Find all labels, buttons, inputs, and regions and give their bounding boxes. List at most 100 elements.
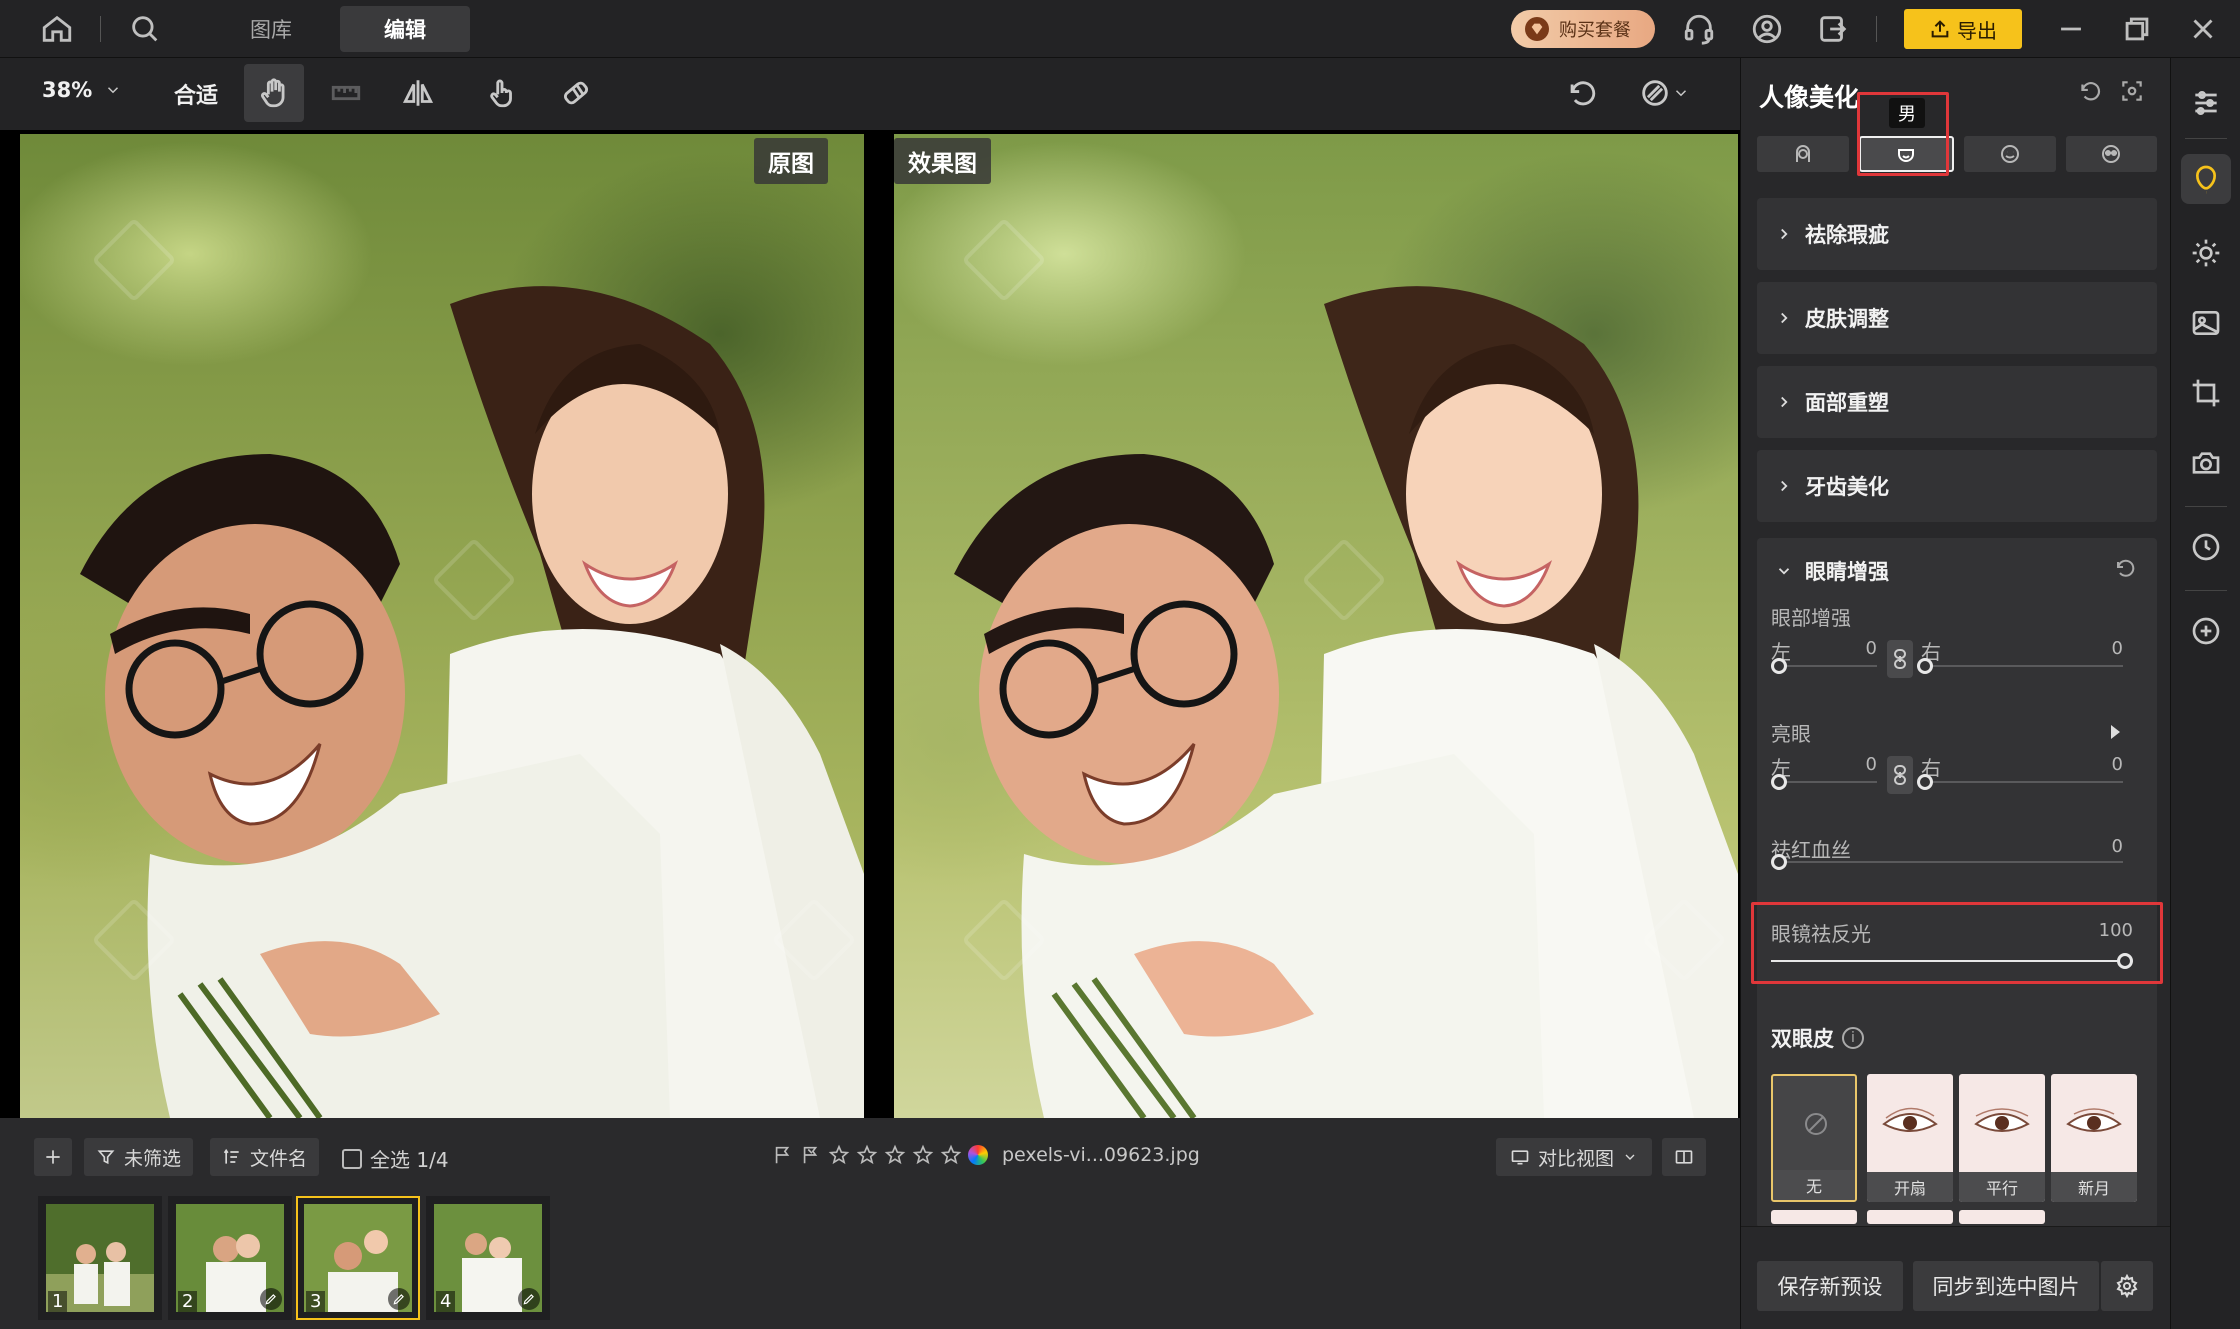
add-button[interactable] [34,1138,72,1176]
smile-face-icon [2000,145,2019,163]
thumbnail[interactable]: 4 [426,1196,550,1320]
camera-icon[interactable] [2181,438,2231,488]
save-preset-button[interactable]: 保存新预设 [1757,1261,1903,1311]
glasses-reflection-slider[interactable] [1771,953,2133,969]
touch-tool[interactable] [472,64,532,122]
flip-tool[interactable] [388,64,448,122]
bright-eye-left-slider[interactable] [1771,774,1877,790]
eye-enhance-right-slider[interactable] [1917,658,2123,674]
star-icon[interactable] [940,1144,962,1166]
color-label-icon[interactable] [968,1145,988,1165]
add-circle-icon[interactable] [2181,606,2231,656]
logout-icon[interactable] [1812,8,1854,50]
section-skin[interactable]: 皮肤调整 [1757,282,2157,354]
sync-selected-button[interactable]: 同步到选中图片 [1913,1261,2099,1311]
export-button[interactable]: 导出 [1904,9,2022,49]
tab-library[interactable]: 图库 [206,6,336,52]
redness-slider[interactable] [1771,854,2123,870]
woman-face-icon [1795,145,1810,162]
user-icon[interactable] [1746,8,1788,50]
mask-dropdown[interactable] [1624,64,1704,122]
sort-label: 文件名 [250,1147,308,1170]
face-tab-4[interactable] [2065,136,2157,172]
zoom-dropdown[interactable]: 38% [42,78,122,102]
eye-enhance-left-slider[interactable] [1771,658,1877,674]
chevron-right-icon [1781,228,1788,240]
hand-tool[interactable] [244,64,304,122]
select-all-checkbox[interactable]: 全选 1/4 [342,1144,449,1173]
tool-rail [2170,58,2240,1329]
reset-icon [2117,559,2135,577]
search-icon[interactable] [124,8,166,50]
glasses-face-icon [2102,145,2121,163]
face-tab-1[interactable] [1757,136,1849,172]
chevron-right-icon [1781,312,1788,324]
bright-eye-right-slider[interactable] [1917,774,2123,790]
double-eyelid-option-crescent[interactable]: 新月 [2051,1074,2137,1202]
star-icon[interactable] [856,1144,878,1166]
tab-edit[interactable]: 编辑 [340,6,470,52]
expand-arrow-icon[interactable] [2111,725,2120,739]
adjust-sliders-icon[interactable] [2181,78,2231,128]
plus-icon [46,1150,60,1164]
double-eyelid-option-none[interactable]: 无 [1771,1074,1857,1202]
filter-button[interactable]: 未筛选 [84,1138,194,1176]
eraser-tool[interactable] [546,64,606,122]
double-eyelid-option-more[interactable] [1771,1210,1857,1224]
zoom-value: 38% [42,78,93,102]
double-eyelid-option-more[interactable] [1959,1210,2045,1224]
restore-icon[interactable] [2116,8,2158,50]
face-detect-icon[interactable] [2119,78,2149,108]
buy-package-label: 购买套餐 [1559,20,1631,41]
star-icon[interactable] [912,1144,934,1166]
bright-eye-left-value: 0 [1865,754,1877,775]
double-eyelid-option-parallel[interactable]: 平行 [1959,1074,2045,1202]
divider [2185,138,2227,139]
thumbnail-selected[interactable]: 3 [296,1196,420,1320]
fit-button[interactable]: 合适 [174,78,218,110]
star-icon[interactable] [828,1144,850,1166]
eye-section-header[interactable]: 眼睛增强 [1775,556,1889,586]
undo-button[interactable] [1552,64,1612,122]
home-icon[interactable] [36,8,78,50]
history-icon[interactable] [2181,522,2231,572]
star-icon[interactable] [884,1144,906,1166]
flag-icon[interactable] [772,1144,794,1166]
double-eyelid-option-fan[interactable]: 开扇 [1867,1074,1953,1202]
settings-button[interactable] [2101,1261,2153,1311]
headset-icon[interactable] [1678,8,1720,50]
upload-icon [1931,20,1949,38]
minimize-icon[interactable] [2050,8,2092,50]
eye-enhance-label: 眼部增强 [1771,606,1851,630]
image-adjust-icon[interactable] [2181,298,2231,348]
crop-icon[interactable] [2181,368,2231,418]
checkbox[interactable] [342,1148,362,1169]
chevron-down-icon [1625,1154,1635,1160]
section-blemish[interactable]: 祛除瑕疵 [1757,198,2157,270]
compare-view-dropdown[interactable]: 对比视图 [1496,1138,1652,1176]
buy-package-button[interactable]: 购买套餐 [1511,10,1655,48]
thumbnail[interactable]: 2 [168,1196,292,1320]
reset-icon[interactable] [2077,78,2107,108]
editor-toolbar: 38% 合适 [0,58,1740,130]
rating-bar [772,1144,988,1166]
diamond-icon [1525,17,1549,41]
portrait-beauty-icon[interactable] [2181,154,2231,204]
chevron-down-icon [1778,568,1790,575]
thumbnail[interactable]: 1 [38,1196,162,1320]
brightness-icon[interactable] [2181,228,2231,278]
reject-flag-icon[interactable] [800,1144,822,1166]
split-view-button[interactable] [1662,1138,1706,1176]
eye-reset-button[interactable] [2113,556,2137,584]
section-face-reshape[interactable]: 面部重塑 [1757,366,2157,438]
sort-button[interactable]: 文件名 [210,1138,320,1176]
close-icon[interactable] [2182,8,2224,50]
face-tab-3[interactable] [1964,136,2056,172]
link-toggle[interactable] [1887,756,1913,794]
filmstrip: 未筛选 文件名 全选 1/4 pexels-vi...09623.jpg 对比视… [0,1118,1740,1329]
section-teeth[interactable]: 牙齿美化 [1757,450,2157,522]
double-eyelid-option-more[interactable] [1867,1210,1953,1224]
info-icon[interactable]: i [1842,1027,1864,1049]
link-toggle[interactable] [1887,640,1913,678]
image-canvas[interactable] [0,130,1740,1118]
